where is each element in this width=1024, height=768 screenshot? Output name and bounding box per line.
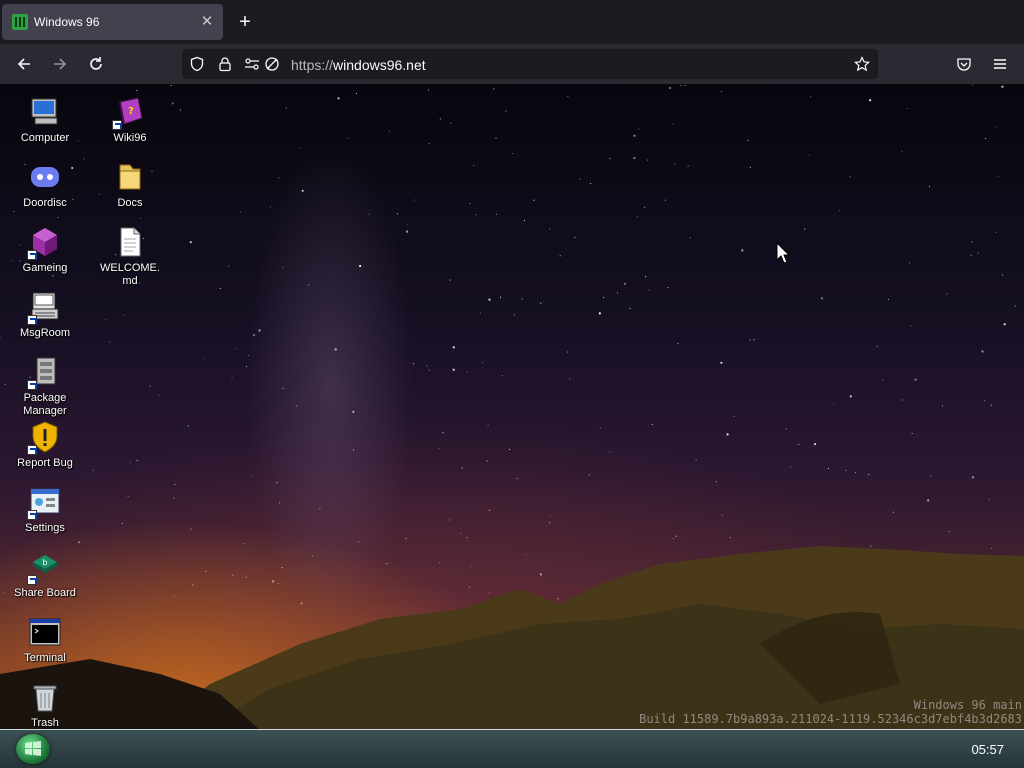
reload-button[interactable]	[84, 52, 108, 76]
discord-icon	[29, 161, 61, 193]
document-icon	[114, 226, 146, 258]
game-cube-icon	[27, 226, 61, 260]
shortcut-arrow-icon	[27, 445, 37, 455]
build-line-2: Build 11589.7b9a893a.211024-1119.52346c3…	[639, 712, 1022, 726]
reload-icon	[90, 57, 102, 70]
app-menu-button[interactable]	[988, 52, 1012, 76]
desktop-icon-gameing[interactable]: Gameing	[3, 226, 87, 275]
desktop-icon-docs[interactable]: Docs	[88, 161, 172, 210]
back-button[interactable]	[12, 52, 36, 76]
shield-icon[interactable]	[189, 56, 205, 72]
desktop-icon-doordisc[interactable]: Doordisc	[3, 161, 87, 210]
back-icon	[17, 58, 30, 70]
tab-close-icon[interactable]: ✕	[199, 11, 215, 33]
permissions-icon[interactable]	[244, 56, 260, 72]
url-scheme: https://	[291, 57, 334, 73]
msgroom-icon	[27, 291, 61, 325]
svg-text:b: b	[42, 558, 47, 567]
icon-label: Report Bug	[17, 457, 73, 469]
package-icon	[27, 356, 61, 390]
desktop-icon-package-manager[interactable]: Package Manager	[3, 356, 87, 418]
icon-label: Wiki96	[113, 132, 147, 144]
icon-label: Gameing	[22, 262, 68, 274]
shortcut-arrow-icon	[27, 315, 37, 325]
icon-label: Computer	[20, 132, 70, 144]
taskbar-background	[0, 730, 1024, 768]
shortcut-arrow-icon	[27, 575, 37, 585]
svg-text:?: ?	[128, 106, 134, 117]
tab-title: Windows 96	[34, 15, 100, 29]
desktop-icon-trash[interactable]: Trash	[3, 681, 87, 730]
desktop-icon-wiki96[interactable]: ? Wiki96	[88, 96, 172, 145]
mouse-cursor-icon	[776, 242, 790, 264]
forward-button[interactable]	[48, 52, 72, 76]
start-icon	[25, 741, 41, 756]
desktop-icon-computer[interactable]: Computer	[3, 96, 87, 145]
computer-icon	[29, 96, 61, 128]
taskbar: 05:57	[0, 729, 1024, 768]
desktop-icon-terminal[interactable]: Terminal	[3, 616, 87, 665]
new-tab-button[interactable]: +	[234, 10, 256, 34]
url-bar[interactable]: https://windows96.net	[182, 49, 878, 79]
build-line-1: Windows 96 main	[913, 698, 1022, 712]
folder-icon	[114, 161, 146, 193]
taskbar-clock[interactable]: 05:57	[971, 742, 1004, 757]
icon-label: Docs	[117, 197, 143, 209]
browser-nav-bar: https://windows96.net	[0, 44, 1024, 84]
book-icon: ?	[112, 96, 146, 130]
settings-icon	[27, 486, 61, 520]
shortcut-arrow-icon	[27, 250, 37, 260]
icon-label: WELCOME. md	[100, 262, 160, 287]
terminal-icon	[29, 616, 61, 648]
desktop[interactable]: Computer Doordisc Gameing MsgRoom Packag…	[0, 84, 1024, 730]
shortcut-arrow-icon	[27, 380, 37, 390]
windows96-favicon-icon	[12, 14, 28, 30]
desktop-icon-share-board[interactable]: b Share Board	[3, 551, 87, 600]
pocket-icon	[957, 58, 971, 71]
tab-windows96[interactable]: Windows 96 ✕	[2, 4, 223, 40]
desktop-icon-welcome-md[interactable]: WELCOME. md	[88, 226, 172, 288]
start-button[interactable]	[16, 734, 50, 764]
icon-label: Share Board	[14, 587, 76, 599]
icon-label: Doordisc	[23, 197, 67, 209]
desktop-icon-report-bug[interactable]: Report Bug	[3, 421, 87, 470]
build-watermark: Windows 96 main Build 11589.7b9a893a.211…	[639, 698, 1022, 726]
menu-icon	[994, 59, 1006, 69]
shortcut-arrow-icon	[27, 510, 37, 520]
url-text: https://windows96.net	[291, 57, 426, 73]
browser-tab-bar: Windows 96 ✕ +	[0, 0, 1024, 44]
pocket-button[interactable]	[952, 52, 976, 76]
icon-label: MsgRoom	[19, 327, 71, 339]
warning-shield-icon	[27, 421, 61, 455]
bookmark-star-icon[interactable]	[854, 56, 870, 72]
tracking-icon[interactable]	[264, 56, 280, 72]
desktop-icon-msgroom[interactable]: MsgRoom	[3, 291, 87, 340]
share-board-icon: b	[27, 551, 61, 585]
url-host: windows96.net	[333, 57, 426, 73]
icon-label: Terminal	[24, 652, 66, 664]
lock-icon[interactable]	[217, 56, 233, 72]
forward-icon	[54, 58, 67, 70]
shortcut-arrow-icon	[112, 120, 122, 130]
icon-label: Package Manager	[23, 392, 67, 417]
trash-icon	[29, 681, 61, 713]
icon-label: Settings	[25, 522, 65, 534]
desktop-icon-settings[interactable]: Settings	[3, 486, 87, 535]
